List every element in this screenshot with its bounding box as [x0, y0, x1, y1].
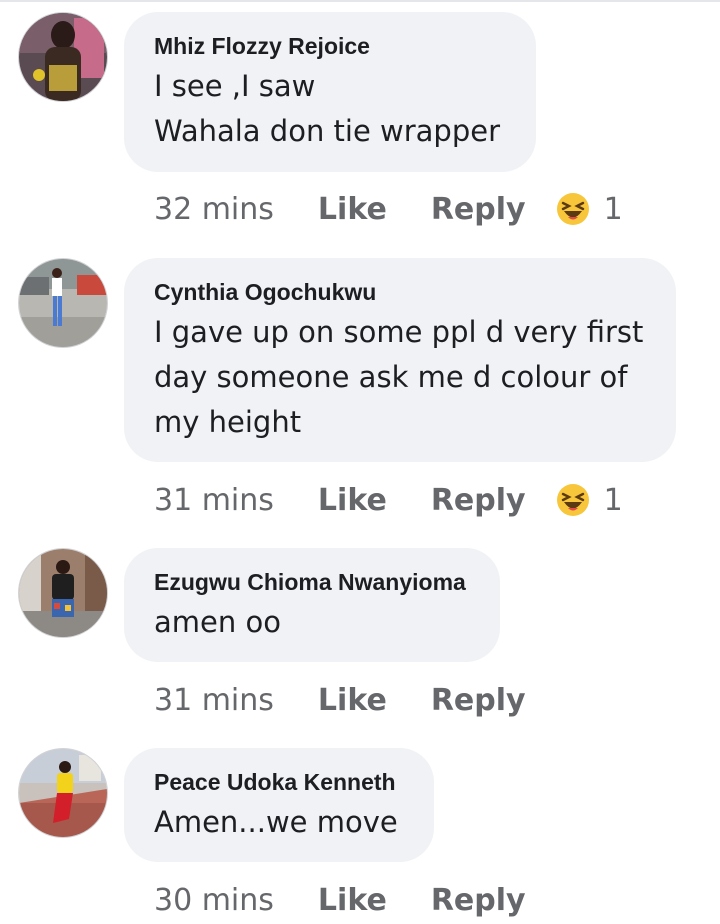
comment-text: amen oo: [154, 605, 281, 639]
top-divider: [0, 0, 720, 2]
comment-actions: 32 mins Like Reply 1: [154, 189, 623, 229]
avatar[interactable]: [19, 749, 107, 837]
like-button[interactable]: Like: [318, 483, 387, 518]
reply-button[interactable]: Reply: [431, 192, 526, 227]
comment-author[interactable]: Cynthia Ogochukwu: [154, 278, 646, 306]
comment-author[interactable]: Mhiz Flozzy Rejoice: [154, 32, 506, 60]
comment-author[interactable]: Ezugwu Chioma Nwanyioma: [154, 568, 470, 596]
reply-button[interactable]: Reply: [431, 883, 526, 918]
avatar-photo-icon: [19, 549, 107, 637]
like-button[interactable]: Like: [318, 683, 387, 718]
comment-timestamp[interactable]: 31 mins: [154, 483, 274, 518]
reply-button[interactable]: Reply: [431, 683, 526, 718]
comment-timestamp[interactable]: 32 mins: [154, 192, 274, 227]
reaction-count: 1: [603, 482, 623, 518]
comment-text: Amen...we move: [154, 805, 398, 839]
avatar-photo-icon: [19, 749, 107, 837]
reaction-summary[interactable]: 1: [556, 483, 623, 518]
comment-actions: 30 mins Like Reply: [154, 880, 570, 920]
haha-emoji-icon: [556, 484, 589, 516]
avatar-photo-icon: [19, 13, 107, 101]
reply-button[interactable]: Reply: [431, 483, 526, 518]
avatar[interactable]: [19, 549, 107, 637]
comment-text: I see ,I saw Wahala don tie wrapper: [154, 69, 501, 148]
comment-timestamp[interactable]: 31 mins: [154, 683, 274, 718]
comment-actions: 31 mins Like Reply 1: [154, 480, 623, 520]
comment-author[interactable]: Peace Udoka Kenneth: [154, 768, 404, 796]
comment-actions: 31 mins Like Reply: [154, 680, 570, 720]
comment-bubble: Cynthia Ogochukwu I gave up on some ppl …: [124, 258, 676, 462]
comment-bubble: Mhiz Flozzy Rejoice I see ,I saw Wahala …: [124, 12, 536, 172]
haha-emoji-icon: [556, 193, 589, 225]
comment-bubble: Ezugwu Chioma Nwanyioma amen oo: [124, 548, 500, 662]
like-button[interactable]: Like: [318, 883, 387, 918]
avatar[interactable]: [19, 259, 107, 347]
comment-bubble: Peace Udoka Kenneth Amen...we move: [124, 748, 434, 862]
comment-timestamp[interactable]: 30 mins: [154, 883, 274, 918]
like-button[interactable]: Like: [318, 192, 387, 227]
reaction-summary[interactable]: 1: [556, 192, 623, 227]
comment-text: I gave up on some ppl d very first day s…: [154, 315, 644, 439]
avatar-photo-icon: [19, 259, 107, 347]
reaction-count: 1: [603, 191, 623, 227]
avatar[interactable]: [19, 13, 107, 101]
